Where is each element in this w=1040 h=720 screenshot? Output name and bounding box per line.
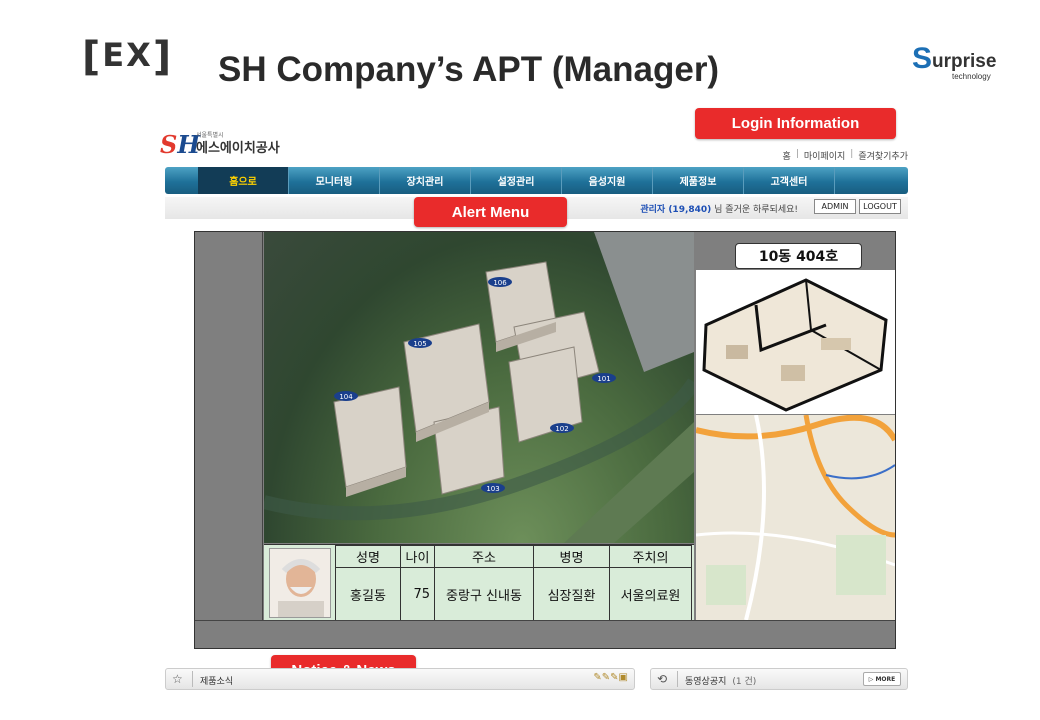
patient-age: 75 — [400, 567, 435, 621]
star-outline-icon: ☆ — [172, 672, 183, 686]
nav-customer-center[interactable]: 고객센터 — [744, 167, 835, 194]
ex-tag: [EX] — [82, 34, 174, 80]
nav-home[interactable]: 홈으로 — [198, 167, 289, 194]
table-row: 홍길동 75 중랑구 신내동 심장질환 서울의료원 — [335, 567, 692, 621]
product-news-title[interactable]: 제품소식 — [200, 674, 233, 687]
brand-name: urprise — [932, 51, 997, 72]
slide-title: SH Company’s APT (Manager) — [218, 50, 720, 89]
brand-sub: technology — [952, 72, 991, 81]
patient-table-header: 성명 나이 주소 병명 주치의 — [335, 545, 692, 568]
user-greeting: 관리자 (19,840) 님 즐거운 하루되세요! — [640, 202, 798, 215]
main-nav: 홈으로 모니터링 장치관리 설정관리 음성지원 제품정보 고객센터 — [165, 167, 908, 194]
logout-button[interactable]: LOGOUT — [859, 199, 901, 214]
panel-footer-bar — [195, 620, 895, 648]
patient-info: 성명 나이 주소 병명 주치의 홍길동 75 중랑구 신내동 심장질환 서울의료… — [264, 544, 694, 621]
surprise-technology-logo: S urprise technology — [912, 42, 1012, 84]
chevron-right-icon — [192, 671, 198, 687]
callout-alert-menu: Alert Menu — [414, 197, 567, 227]
header-address: 주소 — [434, 545, 534, 568]
bookmark-link[interactable]: 즐겨찾기추가 — [858, 149, 908, 162]
mypage-link[interactable]: 마이페이지 — [804, 149, 845, 162]
building-label-102: 102 — [555, 425, 568, 433]
header-name: 성명 — [335, 545, 401, 568]
user-name: 관리자 (19,840) — [640, 205, 712, 215]
video-notice-count: (1 건) — [732, 677, 757, 687]
patient-address: 중랑구 신내동 — [434, 567, 534, 621]
product-news-widget: ☆ 제품소식 ✎✎✎▣ — [165, 668, 635, 690]
nav-product-info[interactable]: 제품정보 — [653, 167, 744, 194]
video-notice-widget: ⟲ 동영상공지 (1 건) ▷ MORE — [650, 668, 908, 690]
header-doctor: 주치의 — [609, 545, 692, 568]
patient-table: 성명 나이 주소 병명 주치의 홍길동 75 중랑구 신내동 심장질환 서울의료… — [335, 545, 692, 621]
refresh-icon: ⟲ — [657, 672, 668, 686]
building-label-106: 106 — [493, 279, 507, 287]
apartment-aerial-image[interactable]: 106 105 104 101 102 103 — [264, 232, 694, 543]
patient-doctor: 서울의료원 — [609, 567, 692, 621]
building-label-101: 101 — [597, 375, 610, 383]
patient-photo — [269, 548, 331, 618]
floorplan-image[interactable] — [696, 270, 895, 414]
brand-initial: S — [912, 42, 933, 75]
sh-logo-mark: SH — [160, 130, 201, 159]
home-link[interactable]: 홈 — [783, 149, 791, 162]
patient-disease: 심장질환 — [533, 567, 610, 621]
callout-login-information: Login Information — [695, 108, 896, 139]
header-disease: 병명 — [533, 545, 610, 568]
greeting-text: 님 즐거운 하루되세요! — [711, 205, 798, 215]
logo-name: 에스에이치공사 — [196, 141, 280, 156]
pencil-icons[interactable]: ✎✎✎▣ — [593, 672, 628, 683]
unit-label: 10동 404호 — [735, 243, 862, 269]
nav-monitoring[interactable]: 모니터링 — [289, 167, 380, 194]
nav-device-management[interactable]: 장치관리 — [380, 167, 471, 194]
location-map[interactable] — [696, 415, 895, 620]
admin-button[interactable]: ADMIN — [814, 199, 856, 214]
sh-company-logo[interactable]: SH 서울특별시 에스에이치공사 — [160, 128, 310, 159]
apartment-monitor-panel: 106 105 104 101 102 103 10동 404호 성명 나이 주… — [194, 231, 896, 649]
chevron-right-icon — [677, 671, 683, 687]
header-age: 나이 — [400, 545, 435, 568]
building-label-103: 103 — [486, 485, 499, 493]
nav-settings[interactable]: 설정관리 — [471, 167, 562, 194]
video-notice-title[interactable]: 동영상공지 (1 건) — [685, 674, 756, 687]
building-label-104: 104 — [339, 393, 353, 401]
side-panel — [195, 232, 263, 620]
building-label-105: 105 — [413, 340, 426, 348]
patient-name: 홍길동 — [335, 567, 401, 621]
nav-voice-support[interactable]: 음성지원 — [562, 167, 653, 194]
utility-links: 홈 | 마이페이지 | 즐겨찾기추가 — [782, 149, 908, 162]
more-button[interactable]: ▷ MORE — [863, 672, 901, 686]
